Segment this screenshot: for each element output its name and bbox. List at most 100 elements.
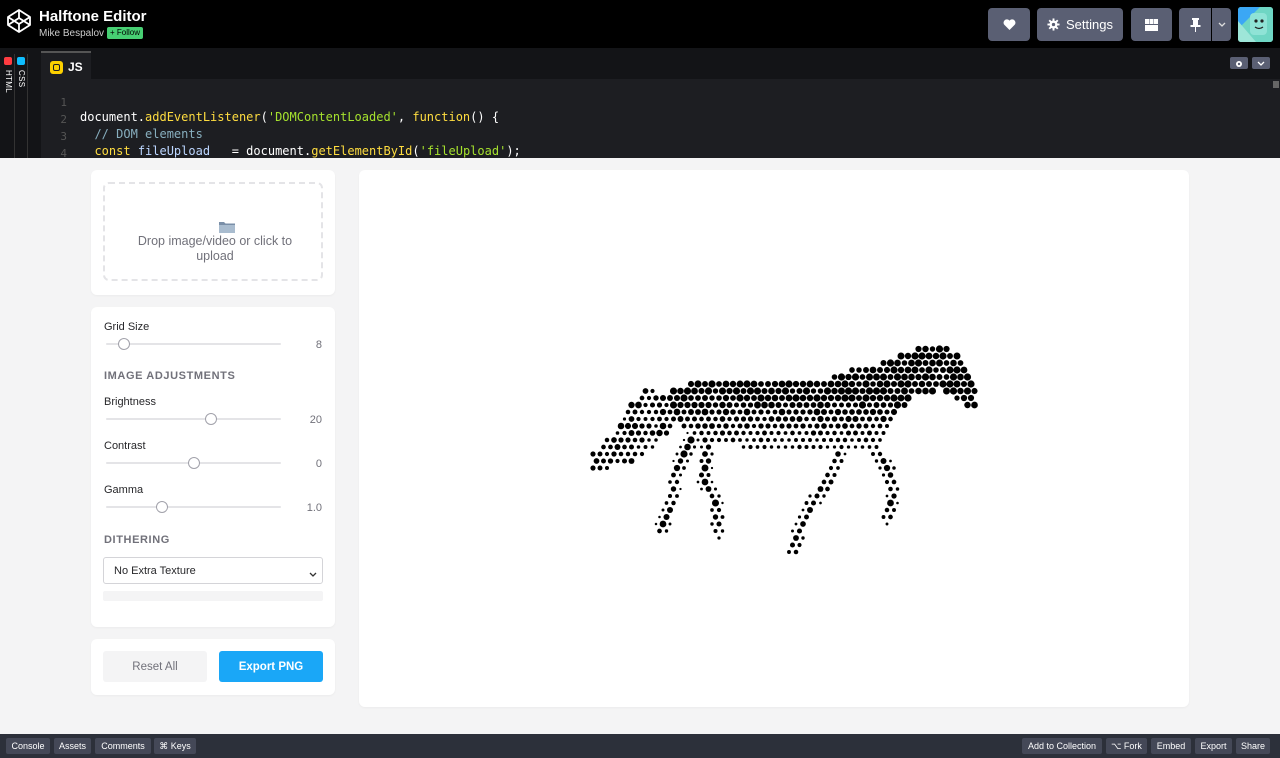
comments-button[interactable]: Comments: [95, 738, 151, 754]
halftone-dot: [800, 395, 807, 402]
halftone-dot: [716, 409, 721, 414]
halftone-dot: [713, 402, 718, 407]
halftone-dot: [880, 416, 886, 422]
halftone-dot: [943, 388, 950, 395]
author-name[interactable]: Mike Bespalov: [39, 28, 104, 39]
halftone-dot: [804, 445, 808, 449]
scrollbar-thumb[interactable]: [1273, 81, 1279, 88]
halftone-dot: [894, 388, 900, 394]
halftone-dot: [835, 409, 841, 415]
halftone-dot: [667, 395, 673, 401]
halftone-dot: [687, 436, 694, 443]
halftone-dot: [657, 417, 662, 422]
share-button[interactable]: Share: [1236, 738, 1270, 754]
tab-html[interactable]: HTML: [1, 54, 15, 158]
halftone-dot: [852, 416, 858, 422]
halftone-dot: [880, 360, 886, 366]
halftone-dot: [668, 424, 673, 429]
halftone-dot: [686, 460, 689, 463]
halftone-dot: [804, 431, 808, 435]
halftone-dot: [658, 516, 661, 519]
slider-thumb[interactable]: [156, 501, 168, 513]
halftone-dot: [790, 542, 795, 547]
codepen-logo-icon[interactable]: [6, 8, 32, 34]
halftone-dot: [818, 431, 823, 436]
pin-button[interactable]: [1179, 8, 1211, 41]
halftone-dot: [874, 431, 878, 435]
halftone-dot: [705, 402, 711, 408]
slider-thumb[interactable]: [205, 413, 217, 425]
halftone-dot: [665, 529, 668, 532]
settings-button[interactable]: Settings: [1037, 8, 1123, 41]
halftone-dot: [859, 401, 866, 408]
halftone-dot: [633, 410, 638, 415]
add-to-collection-button[interactable]: Add to Collection: [1022, 738, 1102, 754]
editor-scrollbar[interactable]: [1272, 79, 1280, 158]
tab-js[interactable]: JS: [41, 51, 91, 79]
halftone-dot: [654, 438, 658, 442]
assets-button[interactable]: Assets: [54, 738, 91, 754]
slider-track: [106, 418, 281, 420]
halftone-dot: [881, 402, 887, 408]
halftone-dot: [874, 417, 879, 422]
tab-css[interactable]: CSS: [14, 54, 28, 158]
halftone-dot: [779, 423, 784, 428]
editor-collapse-button[interactable]: [1252, 57, 1270, 69]
halftone-dot: [657, 529, 662, 534]
halftone-dot: [716, 521, 721, 526]
contrast-value: 0: [291, 458, 322, 470]
halftone-dot: [888, 417, 893, 422]
change-view-button[interactable]: [1131, 8, 1172, 41]
slider-thumb[interactable]: [118, 338, 130, 350]
halftone-dot: [720, 416, 726, 422]
keys-button[interactable]: ⌘ Keys: [154, 738, 196, 754]
halftone-dot: [633, 452, 638, 457]
gamma-value: 1.0: [291, 502, 322, 514]
halftone-dot: [832, 402, 837, 407]
halftone-dot: [694, 380, 701, 387]
grid-size-label: Grid Size: [104, 321, 149, 333]
pin-menu-button[interactable]: [1212, 8, 1231, 41]
halftone-dot: [964, 402, 970, 408]
like-button[interactable]: [988, 8, 1030, 41]
halftone-dot: [692, 416, 697, 421]
user-avatar[interactable]: [1238, 7, 1273, 42]
export-png-button[interactable]: Export PNG: [219, 651, 323, 682]
halftone-dot: [693, 445, 696, 448]
halftone-dot: [856, 381, 862, 387]
halftone-dot: [710, 452, 713, 455]
halftone-dot: [618, 437, 623, 442]
halftone-dot: [650, 430, 656, 436]
halftone-dot: [675, 494, 679, 498]
halftone-dot: [867, 416, 872, 421]
halftone-dot: [677, 402, 683, 408]
halftone-dot: [898, 367, 904, 373]
contrast-slider[interactable]: [106, 456, 281, 470]
halftone-dot: [635, 402, 642, 409]
pen-title[interactable]: Halftone Editor: [39, 8, 147, 25]
upload-dropzone[interactable]: Drop image/video or click to upload: [103, 182, 323, 281]
brightness-slider[interactable]: [106, 412, 281, 426]
halftone-dot: [686, 432, 688, 434]
halftone-dot: [832, 473, 836, 477]
grid-size-slider[interactable]: [106, 337, 281, 351]
dithering-select[interactable]: No Extra Texture: [103, 557, 323, 584]
halftone-dot: [944, 374, 950, 380]
halftone-canvas[interactable]: [359, 170, 1189, 707]
fork-button[interactable]: ⌥ Fork: [1106, 738, 1147, 754]
export-button[interactable]: Export: [1195, 738, 1232, 754]
halftone-dot: [709, 423, 715, 429]
embed-button[interactable]: Embed: [1151, 738, 1191, 754]
halftone-dot: [811, 500, 816, 505]
gamma-slider[interactable]: [106, 500, 281, 514]
halftone-dot: [971, 388, 977, 394]
follow-button[interactable]: + Follow: [107, 27, 143, 39]
console-button[interactable]: Console: [6, 738, 50, 754]
code-area[interactable]: 1 document.addEventListener('DOMContentL…: [41, 79, 1272, 158]
halftone-dot: [887, 388, 893, 394]
reset-all-button[interactable]: Reset All: [103, 651, 207, 682]
editor-settings-button[interactable]: [1230, 57, 1248, 69]
slider-thumb[interactable]: [188, 457, 200, 469]
slider-track: [106, 506, 281, 508]
halftone-dot: [721, 502, 723, 504]
